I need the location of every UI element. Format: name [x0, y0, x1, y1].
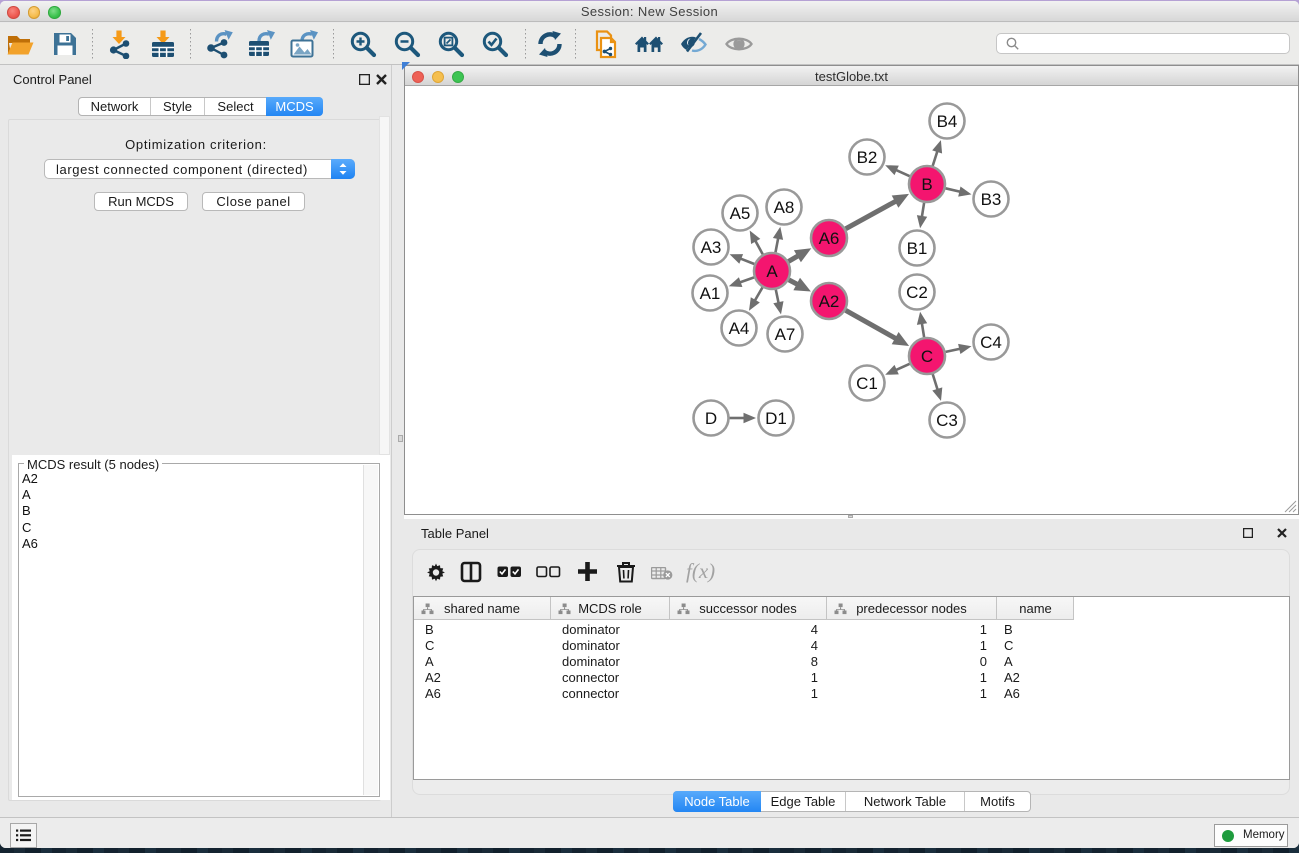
svg-text:B: B: [921, 175, 932, 194]
svg-text:C2: C2: [906, 283, 928, 302]
svg-text:A3: A3: [701, 238, 722, 257]
svg-text:B1: B1: [907, 239, 928, 258]
svg-text:A7: A7: [775, 325, 796, 344]
svg-text:A: A: [766, 262, 778, 281]
svg-text:A1: A1: [700, 284, 721, 303]
svg-text:B3: B3: [981, 190, 1002, 209]
svg-text:C1: C1: [856, 374, 878, 393]
svg-text:A2: A2: [819, 292, 840, 311]
svg-text:D1: D1: [765, 409, 787, 428]
svg-text:C: C: [921, 347, 933, 366]
svg-text:B4: B4: [937, 112, 958, 131]
svg-text:C3: C3: [936, 411, 958, 430]
svg-text:A4: A4: [729, 319, 750, 338]
svg-text:A8: A8: [774, 198, 795, 217]
svg-text:A5: A5: [730, 204, 751, 223]
svg-text:B2: B2: [857, 148, 878, 167]
svg-text:C4: C4: [980, 333, 1002, 352]
svg-text:D: D: [705, 409, 717, 428]
svg-text:A6: A6: [819, 229, 840, 248]
